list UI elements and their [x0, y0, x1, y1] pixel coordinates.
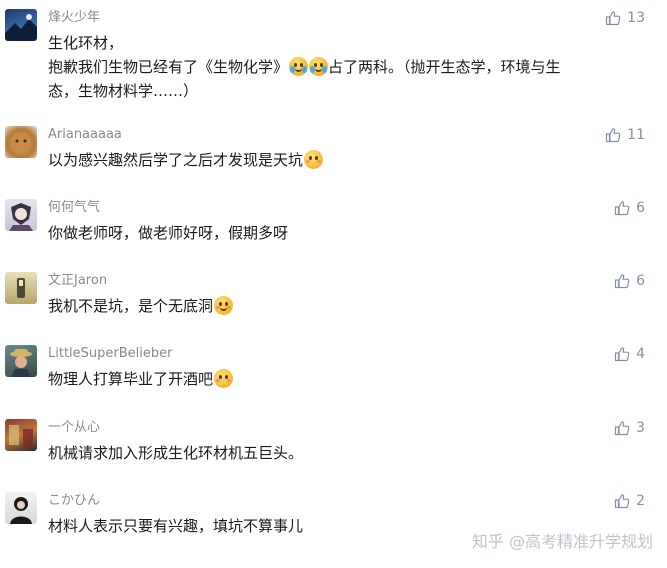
comment-text-segment: 我机不是坑，是个无底洞	[48, 297, 214, 315]
flushed-face-emoji	[304, 150, 324, 169]
thumbs-up-icon	[614, 201, 630, 216]
username[interactable]: 文正Jaron	[48, 272, 107, 290]
comment-line: 抱歉我们生物已经有了《生物化学》 占了两科。（抛开生态学，环境与生	[48, 55, 633, 79]
comment-text-segment: 物理人打算毕业了开酒吧	[48, 370, 214, 388]
comment-item: 文正Jaron 6 我机不是坑，是个无底洞	[0, 272, 667, 322]
avatar[interactable]	[5, 126, 37, 158]
like-count: 11	[627, 127, 645, 143]
grimacing-face-emoji	[214, 296, 234, 315]
thumbs-up-icon	[606, 128, 621, 143]
like-button[interactable]: 6	[614, 199, 645, 217]
thumbs-up-icon	[614, 274, 630, 289]
like-button[interactable]: 13	[605, 9, 645, 27]
like-count: 2	[636, 493, 645, 509]
comment-text-segment: 以为感兴趣然后学了之后才发现是天坑	[48, 151, 304, 169]
like-button[interactable]: 4	[614, 345, 645, 363]
avatar[interactable]	[5, 272, 37, 304]
comment-text-segment: 占了两科。（抛开生态学，环境与生	[328, 58, 561, 76]
watermark: 知乎 @高考精准升学规划	[472, 528, 653, 552]
avatar[interactable]	[5, 492, 37, 524]
thumbs-up-icon	[606, 11, 621, 26]
avatar[interactable]	[5, 345, 37, 377]
like-count: 13	[627, 10, 645, 26]
comment-item: 烽火少年 13 生化环材， 抱歉我们生物已经有了《生物化学》 占了两科。（抛开生态…	[0, 9, 667, 109]
flushed-face-emoji	[214, 369, 234, 388]
avatar[interactable]	[5, 199, 37, 231]
like-button[interactable]: 6	[614, 272, 645, 290]
comment-item: 一个从心 3 机械请求加入形成生化环材机五巨头。	[0, 419, 667, 469]
comment-text: 我机不是坑，是个无底洞	[48, 294, 633, 318]
comment-text: 物理人打算毕业了开酒吧	[48, 367, 633, 391]
thumbs-up-icon	[614, 494, 630, 509]
avatar[interactable]	[5, 9, 37, 41]
username[interactable]: 烽火少年	[48, 9, 100, 27]
comment-line: 态，生物材料学……）	[48, 82, 199, 100]
comment-text: 以为感兴趣然后学了之后才发现是天坑	[48, 148, 633, 172]
comment-text: 生化环材， 抱歉我们生物已经有了《生物化学》 占了两科。（抛开生态学，环境与生 态…	[48, 31, 633, 103]
like-button[interactable]: 2	[614, 492, 645, 510]
thumbs-up-icon	[614, 347, 630, 362]
comment-text: 机械请求加入形成生化环材机五巨头。	[48, 444, 304, 462]
watermark-text: 知乎 @高考精准升学规划	[471, 532, 653, 551]
username[interactable]: 何何气气	[48, 199, 100, 217]
like-button[interactable]: 3	[614, 419, 645, 437]
username[interactable]: Arianaaaaa	[48, 126, 122, 144]
username[interactable]: LittleSuperBelieber	[48, 345, 172, 363]
avatar[interactable]	[5, 419, 37, 451]
like-count: 3	[636, 420, 645, 436]
comment-text: 你做老师呀，做老师好呀，假期多呀	[48, 224, 289, 242]
crying-face-emoji	[309, 57, 329, 76]
comment-item: LittleSuperBelieber 4 物理人打算毕业了开酒吧	[0, 345, 667, 395]
comment-line: 生化环材，	[48, 34, 124, 52]
like-count: 6	[636, 273, 645, 289]
like-count: 6	[636, 200, 645, 216]
like-count: 4	[636, 346, 645, 362]
username[interactable]: 一个从心	[48, 419, 100, 437]
thumbs-up-icon	[614, 421, 630, 436]
like-button[interactable]: 11	[605, 126, 645, 144]
comment-item: Arianaaaaa 11 以为感兴趣然后学了之后才发现是天坑	[0, 126, 667, 176]
crying-face-emoji	[289, 57, 309, 76]
comment-item: 何何气气 6 你做老师呀，做老师好呀，假期多呀	[0, 199, 667, 249]
comment-text-segment: 抱歉我们生物已经有了《生物化学》	[48, 58, 289, 76]
username[interactable]: こかひん	[48, 492, 100, 510]
